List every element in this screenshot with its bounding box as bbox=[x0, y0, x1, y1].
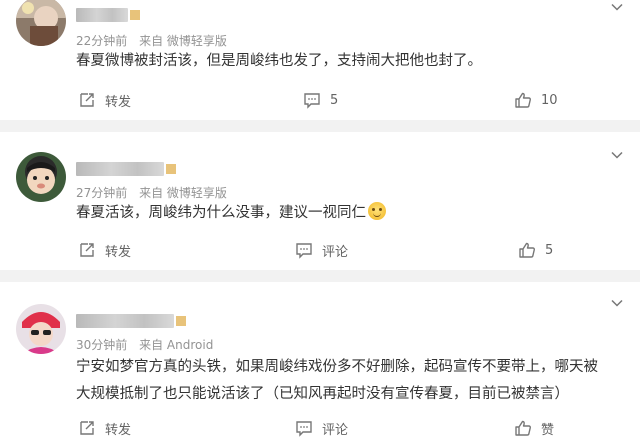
comment-actions: 转发 评论 赞 bbox=[0, 418, 640, 438]
comment-icon bbox=[296, 243, 312, 259]
comment-time: 30分钟前 bbox=[76, 338, 128, 352]
chevron-down-icon[interactable] bbox=[610, 148, 624, 162]
username-redacted[interactable] bbox=[76, 314, 186, 328]
repost-icon bbox=[80, 93, 94, 107]
chevron-down-icon[interactable] bbox=[610, 296, 624, 310]
avatar[interactable] bbox=[16, 304, 66, 354]
comment-actions: 转发 5 10 bbox=[0, 90, 640, 110]
like-count: 5 bbox=[545, 242, 554, 258]
repost-button[interactable]: 转发 bbox=[78, 418, 131, 438]
thumbs-up-icon bbox=[515, 420, 531, 436]
comment-time: 22分钟前 bbox=[76, 34, 128, 48]
username-redacted[interactable] bbox=[76, 8, 140, 22]
repost-icon bbox=[80, 421, 94, 435]
comment-label: 评论 bbox=[322, 244, 349, 260]
comment-count: 5 bbox=[330, 92, 339, 108]
comment-button[interactable]: 评论 bbox=[295, 418, 348, 438]
comment-text: 春夏活该，周峻纬为什么没事，建议一视同仁 bbox=[76, 200, 600, 227]
repost-label: 转发 bbox=[105, 422, 132, 438]
comment-meta: 27分钟前 来自 微博轻享版 bbox=[76, 184, 227, 201]
comment-source: 来自 微博轻享版 bbox=[139, 186, 227, 200]
chevron-down-icon[interactable] bbox=[610, 0, 624, 14]
like-button[interactable]: 赞 bbox=[514, 418, 554, 438]
comment-time: 27分钟前 bbox=[76, 186, 128, 200]
divider bbox=[0, 120, 640, 132]
comment-text: 春夏微博被封活该，但是周峻纬也发了，支持闹大把他也封了。 bbox=[76, 53, 482, 69]
repost-button[interactable]: 转发 bbox=[78, 240, 131, 260]
repost-button[interactable]: 转发 bbox=[78, 90, 131, 110]
comment-source: 来自 Android bbox=[139, 338, 214, 352]
repost-label: 转发 bbox=[105, 244, 132, 260]
like-count: 10 bbox=[541, 92, 558, 108]
like-button[interactable]: 10 bbox=[514, 90, 558, 110]
comment-actions: 转发 评论 5 bbox=[0, 240, 640, 260]
divider bbox=[0, 270, 640, 282]
comment-icon bbox=[304, 93, 320, 109]
comment-icon bbox=[296, 421, 312, 437]
comment-source: 来自 微博轻享版 bbox=[139, 34, 227, 48]
comment-meta: 30分钟前 来自 Android bbox=[76, 336, 213, 353]
like-button[interactable]: 5 bbox=[518, 240, 553, 260]
comment-meta: 22分钟前 来自 微博轻享版 bbox=[76, 32, 227, 49]
comment-button[interactable]: 5 bbox=[303, 90, 338, 110]
thumbs-up-icon bbox=[519, 242, 535, 258]
repost-label: 转发 bbox=[105, 94, 132, 110]
thumbs-up-icon bbox=[515, 92, 531, 108]
username-redacted[interactable] bbox=[76, 162, 176, 176]
comment-label: 评论 bbox=[322, 422, 349, 438]
like-label: 赞 bbox=[541, 422, 555, 438]
smile-emoji-icon bbox=[368, 202, 386, 220]
comment-text-body: 春夏活该，周峻纬为什么没事，建议一视同仁 bbox=[76, 205, 366, 221]
comment-text: 宁安如梦官方真的头铁，如果周峻纬戏份多不好删除，起码宣传不要带上，哪天被大规模抵… bbox=[76, 359, 598, 402]
avatar[interactable] bbox=[16, 152, 66, 202]
repost-icon bbox=[80, 243, 94, 257]
avatar[interactable] bbox=[16, 0, 66, 46]
comment-button[interactable]: 评论 bbox=[295, 240, 348, 260]
